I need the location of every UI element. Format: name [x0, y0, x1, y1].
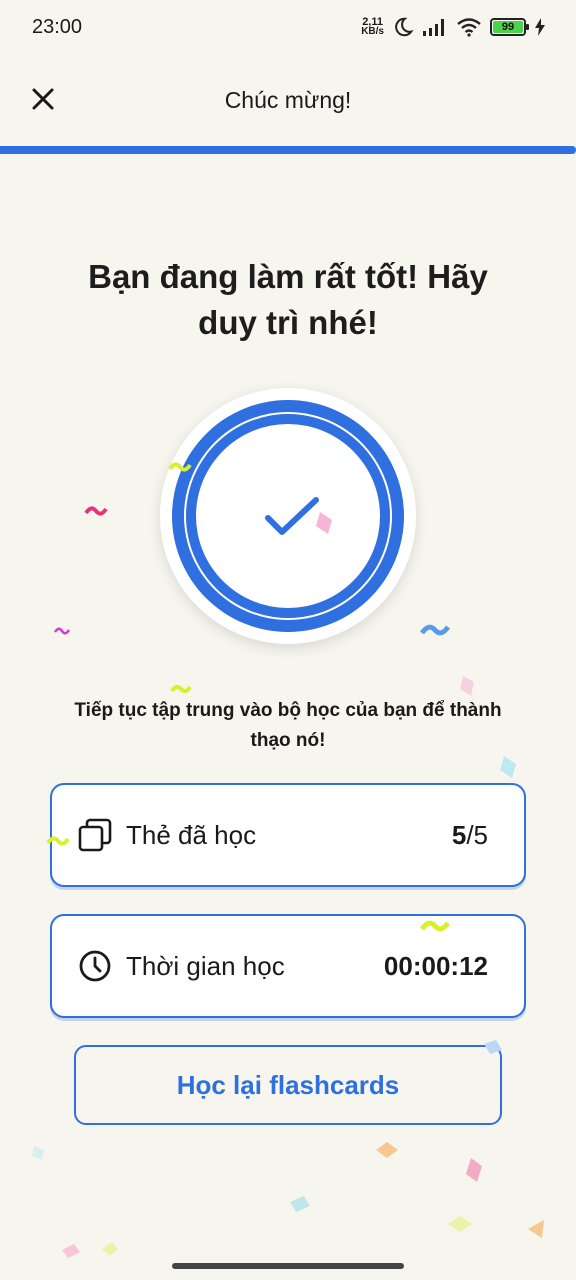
- confetti-piece: [420, 920, 450, 932]
- confetti-piece: [466, 1158, 482, 1182]
- charging-icon: [535, 18, 545, 36]
- confetti-piece: [528, 1220, 544, 1238]
- confetti-piece: [170, 684, 192, 694]
- battery-level: 99: [501, 21, 515, 33]
- confetti-piece: [46, 836, 70, 846]
- cards-total: /5: [466, 819, 488, 850]
- cards-learned-value: 5/5: [452, 820, 488, 851]
- badge-outer-ring: [172, 400, 404, 632]
- badge-ring-gap: [184, 412, 392, 620]
- progress-fill: [0, 146, 576, 154]
- status-bar: 23:00 2,11 KB/s 99: [0, 0, 576, 54]
- progress-bar: [0, 146, 576, 154]
- moon-icon: [395, 17, 414, 37]
- study-time-label: Thời gian học: [126, 950, 285, 981]
- confetti-piece: [420, 624, 450, 636]
- battery-icon: 99: [490, 18, 529, 36]
- close-icon[interactable]: [26, 82, 60, 116]
- status-time: 23:00: [32, 15, 83, 38]
- signal-icon: [423, 19, 444, 36]
- confetti-piece: [460, 676, 474, 696]
- study-time-card: Thời gian học 00:00:12: [50, 914, 526, 1018]
- badge-core: [196, 424, 380, 608]
- cards-learned-label: Thẻ đã học: [126, 819, 257, 850]
- encouragement-text: Tiếp tục tập trung vào bộ học của bạn để…: [74, 700, 502, 751]
- confetti-piece: [102, 1242, 118, 1256]
- cards-learned-card: Thẻ đã học 5/5: [50, 783, 526, 887]
- confetti-piece: [484, 1040, 502, 1054]
- app-header: Chúc mừng!: [0, 54, 576, 146]
- wifi-icon: [457, 18, 481, 37]
- clock-icon: [79, 950, 111, 982]
- success-badge: [160, 388, 416, 644]
- confetti-piece: [168, 462, 192, 472]
- network-speed-unit: KB/s: [361, 26, 384, 37]
- confetti-piece: [32, 1146, 44, 1160]
- confetti-piece: [62, 1244, 80, 1258]
- relearn-flashcards-label: Học lại flashcards: [176, 1069, 400, 1100]
- confetti-piece: [316, 512, 332, 534]
- confetti-piece: [54, 627, 70, 635]
- headline: Bạn đang làm rất tốt! Hãy duy trì nhé!: [88, 258, 488, 341]
- confetti-piece: [376, 1142, 398, 1158]
- check-icon: [265, 497, 319, 535]
- status-icons: 2,11 KB/s 99: [361, 16, 546, 38]
- relearn-flashcards-button[interactable]: Học lại flashcards: [74, 1045, 502, 1125]
- confetti-piece: [84, 506, 108, 516]
- study-time-value: 00:00:12: [383, 950, 488, 981]
- network-speed: 2,11 KB/s: [361, 17, 384, 37]
- confetti-piece: [290, 1196, 310, 1212]
- badge-inner-ring: [186, 414, 390, 618]
- home-indicator[interactable]: [172, 1263, 404, 1269]
- confetti-piece: [448, 1216, 472, 1232]
- page-title: Chúc mừng!: [224, 86, 352, 113]
- confetti-piece: [500, 756, 516, 778]
- cards-icon: [78, 818, 112, 852]
- cards-learned-count: 5: [451, 819, 467, 850]
